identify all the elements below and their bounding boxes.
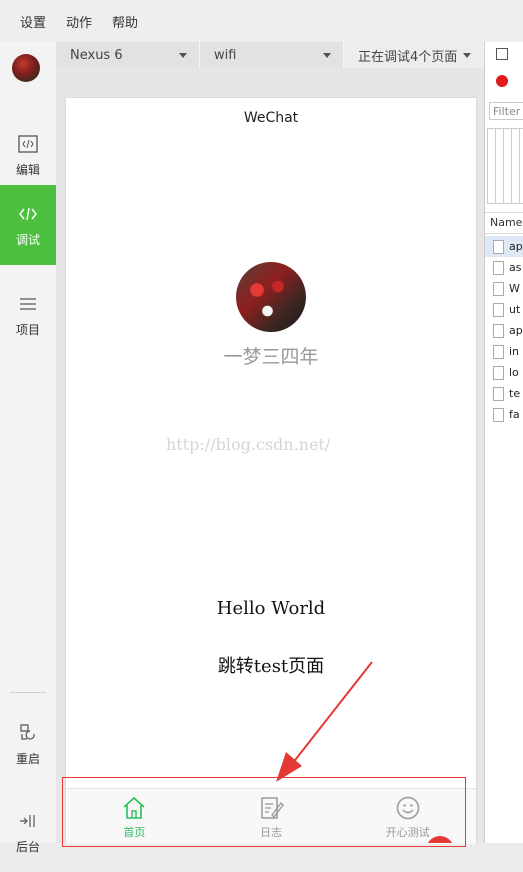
request-row[interactable]: te — [485, 383, 523, 404]
network-panel: Filter Name ap as W ut ap in lo te fa — [484, 42, 523, 843]
file-icon — [493, 302, 504, 317]
file-icon — [493, 239, 504, 254]
request-row[interactable]: ap — [485, 236, 523, 257]
request-row[interactable]: fa — [485, 404, 523, 425]
filter-input[interactable]: Filter — [489, 102, 523, 120]
column-header-name[interactable]: Name — [485, 212, 523, 234]
request-row[interactable]: ap — [485, 320, 523, 341]
file-icon — [493, 344, 504, 359]
file-icon — [493, 281, 504, 296]
inspect-element-icon[interactable] — [496, 48, 508, 60]
request-row[interactable]: lo — [485, 362, 523, 383]
request-row[interactable]: in — [485, 341, 523, 362]
file-icon — [493, 323, 504, 338]
record-icon[interactable] — [496, 75, 508, 87]
request-row[interactable]: W — [485, 278, 523, 299]
file-icon — [493, 407, 504, 422]
network-timeline — [487, 128, 523, 204]
request-row[interactable]: as — [485, 257, 523, 278]
file-icon — [493, 365, 504, 380]
file-icon — [493, 260, 504, 275]
annotation-arrow — [276, 661, 453, 843]
file-icon — [493, 386, 504, 401]
request-row[interactable]: ut — [485, 299, 523, 320]
